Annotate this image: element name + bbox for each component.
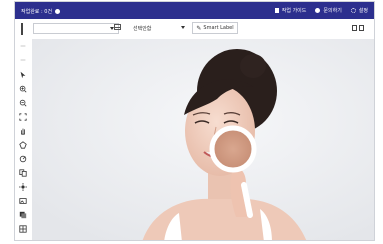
brightness-icon[interactable] bbox=[19, 183, 27, 191]
question-label: 문의하기 bbox=[323, 8, 342, 14]
smart-label-button[interactable]: ✎ Smart Label bbox=[192, 22, 238, 34]
undo-icon[interactable] bbox=[19, 42, 27, 50]
question-button[interactable]: 문의하기 bbox=[315, 7, 342, 14]
document-icon bbox=[274, 8, 279, 13]
portrait-photo bbox=[32, 39, 374, 240]
smart-label-text: Smart Label bbox=[203, 25, 234, 31]
settings-label: 설정 bbox=[358, 8, 368, 14]
work-status: 작업완료 : 0건 bbox=[21, 9, 53, 15]
status-area: 작업완료 : 0건 bbox=[21, 8, 61, 15]
label-select[interactable]: 선택안함 bbox=[129, 23, 187, 34]
guide-button[interactable]: 작업 가이드 bbox=[274, 7, 307, 14]
pointer-icon[interactable] bbox=[19, 71, 27, 79]
polygon-icon[interactable] bbox=[19, 141, 27, 149]
tool-sidebar bbox=[15, 39, 33, 240]
magic-icon[interactable] bbox=[19, 155, 27, 163]
redo-icon[interactable] bbox=[19, 56, 27, 64]
info-icon[interactable] bbox=[55, 9, 61, 14]
image-canvas[interactable] bbox=[32, 39, 374, 240]
labeling-app: 작업완료 : 0건 작업 가이드 문의하기 설정 선택안함 ✎ Smart La… bbox=[14, 1, 375, 241]
drag-handle[interactable] bbox=[21, 23, 23, 35]
paste-icon[interactable] bbox=[359, 25, 364, 31]
zoom-out-icon[interactable] bbox=[19, 99, 27, 107]
label-select-value: 선택안함 bbox=[133, 26, 152, 32]
chevron-down-icon bbox=[181, 26, 185, 29]
right-tool-icons bbox=[352, 25, 364, 31]
question-icon bbox=[315, 8, 321, 13]
image-icon[interactable] bbox=[19, 197, 27, 205]
layers-icon[interactable] bbox=[19, 211, 27, 219]
grid-icon[interactable] bbox=[19, 225, 27, 233]
view-select[interactable] bbox=[33, 23, 119, 34]
layout-icon[interactable] bbox=[114, 24, 121, 30]
guide-label: 작업 가이드 bbox=[281, 8, 307, 14]
toolbar: 선택안함 ✎ Smart Label bbox=[15, 19, 374, 40]
fit-icon[interactable] bbox=[19, 113, 27, 121]
magic-wand-icon: ✎ bbox=[196, 24, 202, 32]
settings-button[interactable]: 설정 bbox=[350, 7, 368, 14]
top-menu: 작업 가이드 문의하기 설정 bbox=[274, 7, 368, 14]
gear-icon bbox=[350, 8, 356, 13]
top-bar: 작업완료 : 0건 작업 가이드 문의하기 설정 bbox=[15, 2, 374, 19]
copy-icon[interactable] bbox=[352, 25, 357, 31]
zoom-in-icon[interactable] bbox=[19, 85, 27, 93]
copy-tool-icon[interactable] bbox=[19, 169, 27, 177]
hand-icon[interactable] bbox=[19, 127, 27, 135]
